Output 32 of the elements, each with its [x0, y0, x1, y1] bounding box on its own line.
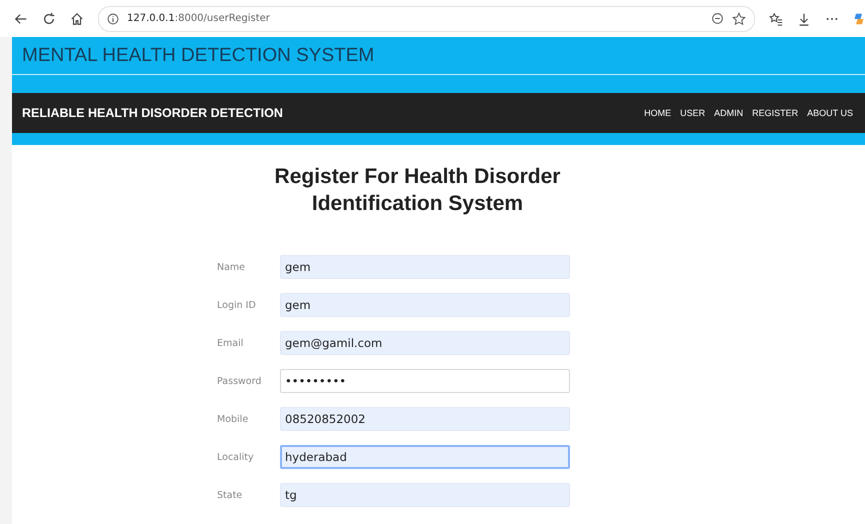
input-field[interactable]: •••••••••	[280, 369, 570, 393]
form-heading: Register For Health Disorder Identification System	[274, 164, 560, 217]
field-label: Login ID	[217, 300, 257, 310]
input-field[interactable]: gem	[280, 255, 570, 279]
input-field[interactable]: gem@gamil.com	[280, 331, 570, 355]
url-text: 127.0.0.1:8000/userRegister	[127, 13, 270, 24]
favorites-icon[interactable]	[769, 12, 783, 26]
field-label: Locality	[217, 452, 255, 462]
back-icon[interactable]	[14, 12, 28, 26]
field-label: State	[217, 490, 244, 500]
refresh-icon[interactable]	[42, 12, 56, 26]
nav-link[interactable]: ADMIN	[714, 108, 744, 118]
zoom-icon[interactable]	[711, 12, 724, 25]
nav-link[interactable]: REGISTER	[752, 108, 798, 118]
input-field[interactable]: tg	[280, 483, 570, 507]
nav-link[interactable]: ABOUT US	[807, 108, 853, 118]
star-icon[interactable]	[732, 12, 746, 26]
field-label: Password	[217, 376, 262, 386]
nav-link[interactable]: USER	[680, 108, 706, 118]
download-icon[interactable]	[797, 12, 811, 26]
field-label: Email	[217, 338, 244, 348]
field-label: Name	[217, 262, 246, 272]
brand-text[interactable]: RELIABLE HEALTH DISORDER DETECTION	[22, 106, 283, 120]
site-title: MENTAL HEALTH DETECTION SYSTEM	[22, 44, 374, 66]
input-field[interactable]: gem	[280, 293, 570, 317]
field-label: Mobile	[217, 414, 250, 424]
info-icon[interactable]	[107, 12, 119, 24]
home-icon[interactable]	[70, 12, 84, 26]
input-field[interactable]: 08520852002	[280, 407, 570, 431]
input-field[interactable]: hyderabad	[280, 445, 570, 469]
nav-link[interactable]: HOME	[644, 108, 672, 118]
address-bar[interactable]: 127.0.0.1:8000/userRegister	[98, 6, 755, 32]
